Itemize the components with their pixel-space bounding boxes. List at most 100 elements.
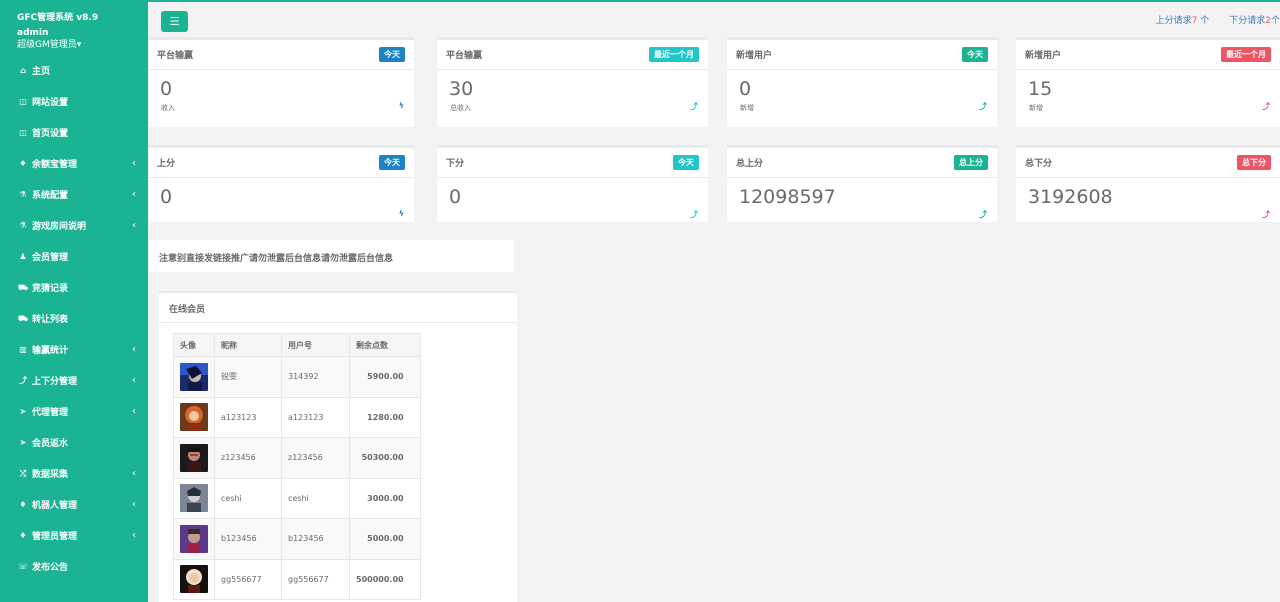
points-cell: 3000.00 [349, 477, 421, 519]
stat-card: 总上分 总上分 12098597 ⤴ [727, 145, 997, 222]
points-cell: 500000.00 [349, 558, 421, 600]
online-members-panel: 在线会员 头像 昵称 用户号 剩余点数 锐雯 314392 5900.00 a1231… [159, 291, 517, 602]
sidebar-item-14[interactable]: ♦ 机器人管理 ‹ [0, 489, 148, 520]
table-header-row: 头像 昵称 用户号 剩余点数 [173, 333, 421, 357]
sidebar-item-7[interactable]: ⛟ 竞猜记录 [0, 272, 148, 303]
chevron-left-icon: ‹ [132, 468, 136, 479]
stat-card-header: 新增用户 最近一个月 [1016, 40, 1280, 70]
avatar-cell [173, 558, 215, 600]
sidebar-item-label: 机器人管理 [32, 501, 78, 511]
stat-card-sublabel: 新增 [1029, 104, 1043, 112]
avatar [180, 524, 214, 553]
nav-icon: ♦ [19, 500, 27, 509]
stat-card-value: 30 [449, 78, 474, 100]
nav-icon: ⤮ [19, 468, 27, 478]
sidebar-item-label: 上下分管理 [32, 377, 78, 387]
stat-card-title: 下分 [446, 159, 465, 169]
table-row: z123456 z123456 50300.00 [173, 437, 421, 479]
table-row: 锐雯 314392 5900.00 [173, 356, 421, 398]
sidebar-item-13[interactable]: ⤮ 数据采集 ‹ [0, 458, 148, 489]
stat-card: 下分 今天 0 ⤴ [437, 145, 708, 222]
nickname-cell: b123456 [214, 518, 282, 560]
uid-cell: gg556677 [281, 558, 350, 600]
sidebar-item-label: 网站设置 [32, 98, 69, 108]
up-requests-count: 7 [1191, 16, 1198, 26]
stat-trend-icon: ⤴ [690, 102, 698, 111]
sidebar-item-4[interactable]: ⚗ 系统配置 ‹ [0, 179, 148, 210]
avatar [180, 403, 214, 432]
table-row: a123123 a123123 1280.00 [173, 396, 421, 438]
sidebar-item-label: 管理员管理 [32, 532, 78, 542]
chevron-left-icon: ‹ [132, 189, 136, 200]
nav-icon: ⚗ [19, 190, 27, 199]
sidebar-item-1[interactable]: ◫ 网站设置 [0, 86, 148, 117]
stat-trend-icon: ⤴ [979, 102, 987, 111]
stat-card: 新增用户 最近一个月 15 新增 ⤴ [1016, 37, 1280, 127]
sidebar-item-10[interactable]: ⤴ 上下分管理 ‹ [0, 365, 148, 396]
nickname-cell: 锐雯 [214, 356, 282, 398]
stat-card-header: 上分 今天 [148, 148, 414, 178]
sidebar-item-0[interactable]: ⌂ 主页 [0, 55, 148, 86]
stat-card-badge: 最近一个月 [649, 47, 699, 62]
sidebar-item-12[interactable]: ➤ 会员返水 [0, 427, 148, 458]
hamburger-icon: ☰ [169, 15, 180, 28]
sidebar-item-6[interactable]: ♟ 会员管理 [0, 241, 148, 272]
sidebar-item-label: 系统配置 [32, 191, 69, 201]
avatar [180, 565, 214, 594]
stat-card-badge: 今天 [673, 155, 699, 170]
nav-icon: ☏ [17, 562, 28, 571]
stat-card-header: 总下分 总下分 [1016, 148, 1280, 178]
sidebar-toggle-button[interactable]: ☰ [161, 11, 188, 32]
app-title: GFC管理系统 v8.9 [17, 13, 99, 23]
stat-card-title: 新增用户 [1025, 51, 1062, 61]
sidebar-item-label: 会员管理 [32, 253, 69, 263]
sidebar-item-9[interactable]: ▥ 输赢统计 ‹ [0, 334, 148, 365]
col-avatar: 头像 [173, 333, 215, 357]
stat-card: 新增用户 今天 0 新增 ⤴ [727, 37, 997, 127]
up-requests-label: 上分请求 [1155, 16, 1192, 26]
stat-card-sublabel: 收入 [161, 104, 175, 112]
nickname-cell: a123123 [214, 396, 282, 438]
nav-icon: ◫ [19, 128, 27, 137]
stat-card-badge: 今天 [379, 47, 405, 62]
online-members-title: 在线会员 [159, 293, 517, 323]
sidebar-item-16[interactable]: ☏ 发布公告 [0, 551, 148, 582]
uid-cell: ceshi [281, 477, 350, 519]
nav-icon: ⛟ [17, 282, 29, 292]
sidebar-item-15[interactable]: ♦ 管理员管理 ‹ [0, 520, 148, 551]
stat-card-value: 15 [1028, 78, 1053, 100]
sidebar-nav: ⌂ 主页 ◫ 网站设置 ◫ 首页设置 ♦ 余额宝管理 ‹ ⚗ 系统配置 ‹ ⚗ 游戏房间说明 ‹ ♟ 会员管理 ⛟… [0, 55, 148, 582]
up-requests-link[interactable]: 上分请求7 个 [1156, 13, 1210, 26]
table-row: b123456 b123456 5000.00 [173, 518, 421, 560]
stat-card-title: 总下分 [1025, 159, 1053, 169]
sidebar-item-11[interactable]: ➤ 代理管理 ‹ [0, 396, 148, 427]
avatar [180, 362, 214, 391]
sidebar-item-label: 首页设置 [32, 129, 69, 139]
down-requests-unit: 个 [1270, 16, 1280, 26]
stat-card-header: 下分 今天 [437, 148, 708, 178]
stat-card: 平台输赢 最近一个月 30 总收入 ⤴ [437, 37, 708, 127]
avatar-cell [173, 396, 215, 438]
nav-icon: ➤ [19, 438, 27, 447]
down-requests-link[interactable]: 下分请求2个 [1229, 13, 1280, 26]
stat-card-sublabel: 新增 [740, 104, 754, 112]
sidebar-item-8[interactable]: ⛟ 转让列表 [0, 303, 148, 334]
avatar-cell [173, 437, 215, 479]
admin-role-dropdown[interactable]: 超级GM管理员▾ [17, 39, 148, 51]
sidebar-item-5[interactable]: ⚗ 游戏房间说明 ‹ [0, 210, 148, 241]
stat-trend-icon: ϟ [398, 209, 404, 218]
sidebar-item-label: 转让列表 [32, 315, 69, 325]
sidebar-item-3[interactable]: ♦ 余额宝管理 ‹ [0, 148, 148, 179]
sidebar: GFC管理系统 v8.9 admin 超级GM管理员▾ ⌂ 主页 ◫ 网站设置 ◫ 首页设… [0, 0, 148, 602]
online-members-table: 头像 昵称 用户号 剩余点数 锐雯 314392 5900.00 a123123 a12… [173, 333, 421, 600]
stat-card-value: 0 [449, 186, 462, 208]
stat-card-header: 新增用户 今天 [727, 40, 997, 70]
sidebar-item-label: 游戏房间说明 [32, 222, 87, 232]
stat-card-value: 12098597 [739, 186, 836, 208]
stat-trend-icon: ⤴ [1262, 102, 1270, 111]
stat-trend-icon: ϟ [398, 101, 404, 110]
stat-trend-icon: ⤴ [979, 210, 987, 219]
stat-card-title: 平台输赢 [446, 51, 483, 61]
nickname-cell: ceshi [214, 477, 282, 519]
sidebar-item-2[interactable]: ◫ 首页设置 [0, 117, 148, 148]
